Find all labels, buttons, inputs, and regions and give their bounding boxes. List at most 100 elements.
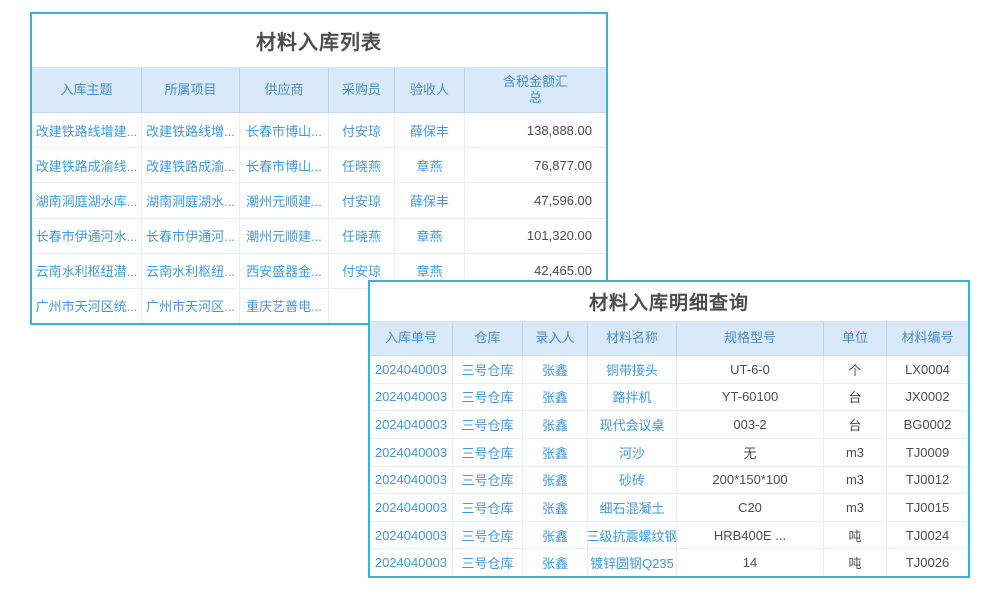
cell-amount: 47,596.00 <box>465 183 606 217</box>
cell-material-code: TJ0015 <box>887 494 968 521</box>
col-header-tax-amount: 含税金额汇总 <box>465 68 606 112</box>
col-header-inbound-subject: 入库主题 <box>32 68 142 112</box>
cell-subject[interactable]: 改建铁路线增建... <box>32 113 142 147</box>
cell-order-no[interactable]: 2024040003 <box>370 356 453 383</box>
cell-warehouse[interactable]: 三号仓库 <box>453 494 523 521</box>
cell-project[interactable]: 长春市伊通河... <box>142 219 240 253</box>
col-header-buyer: 采购员 <box>329 68 395 112</box>
cell-order-no[interactable]: 2024040003 <box>370 411 453 438</box>
cell-buyer[interactable]: 任晓燕 <box>329 219 395 253</box>
cell-project[interactable]: 云南水利枢纽... <box>142 254 240 288</box>
table-row: 2024040003 三号仓库 张鑫 现代会议桌 003-2 台 BG0002 <box>370 411 968 439</box>
cell-material-name[interactable]: 铜带接头 <box>588 356 677 383</box>
cell-supplier[interactable]: 长春市博山... <box>240 148 329 182</box>
cell-material-name[interactable]: 路拌机 <box>588 384 677 411</box>
cell-inspector[interactable]: 章燕 <box>395 219 465 253</box>
cell-warehouse[interactable]: 三号仓库 <box>453 384 523 411</box>
cell-unit: m3 <box>824 467 887 494</box>
cell-recorder[interactable]: 张鑫 <box>523 384 588 411</box>
cell-material-name[interactable]: 镀锌圆钢Q235 <box>588 549 677 576</box>
cell-order-no[interactable]: 2024040003 <box>370 439 453 466</box>
col-header-recorder: 录入人 <box>523 322 588 355</box>
cell-inspector[interactable]: 薛保丰 <box>395 183 465 217</box>
cell-spec: YT-60100 <box>677 384 824 411</box>
cell-recorder[interactable]: 张鑫 <box>523 411 588 438</box>
cell-supplier[interactable]: 重庆艺普电... <box>240 289 329 323</box>
cell-unit: 吨 <box>824 522 887 549</box>
col-header-tax-amount-label: 含税金额汇总 <box>501 74 571 107</box>
cell-material-name[interactable]: 河沙 <box>588 439 677 466</box>
col-header-unit: 单位 <box>824 322 887 355</box>
cell-unit: 台 <box>824 411 887 438</box>
cell-buyer[interactable]: 付安琼 <box>329 183 395 217</box>
cell-buyer[interactable]: 付安琼 <box>329 113 395 147</box>
cell-project[interactable]: 湖南洞庭湖水... <box>142 183 240 217</box>
col-header-order-no: 入库单号 <box>370 322 453 355</box>
cell-spec: 003-2 <box>677 411 824 438</box>
cell-project[interactable]: 改建铁路线增... <box>142 113 240 147</box>
cell-order-no[interactable]: 2024040003 <box>370 549 453 576</box>
cell-supplier[interactable]: 潮州元顺建... <box>240 183 329 217</box>
col-header-warehouse: 仓库 <box>453 322 523 355</box>
cell-spec: 200*150*100 <box>677 467 824 494</box>
cell-material-name[interactable]: 三级抗震螺纹钢 <box>588 522 677 549</box>
cell-order-no[interactable]: 2024040003 <box>370 494 453 521</box>
cell-buyer[interactable]: 任晓燕 <box>329 148 395 182</box>
table-row: 2024040003 三号仓库 张鑫 河沙 无 m3 TJ0009 <box>370 439 968 467</box>
cell-order-no[interactable]: 2024040003 <box>370 384 453 411</box>
cell-warehouse[interactable]: 三号仓库 <box>453 439 523 466</box>
cell-recorder[interactable]: 张鑫 <box>523 494 588 521</box>
cell-material-code: BG0002 <box>887 411 968 438</box>
cell-recorder[interactable]: 张鑫 <box>523 522 588 549</box>
col-header-material-name: 材料名称 <box>588 322 677 355</box>
col-header-supplier: 供应商 <box>240 68 329 112</box>
cell-subject[interactable]: 长春市伊通河水... <box>32 219 142 253</box>
cell-amount: 101,320.00 <box>465 219 606 253</box>
cell-order-no[interactable]: 2024040003 <box>370 522 453 549</box>
cell-subject[interactable]: 云南水利枢纽潜... <box>32 254 142 288</box>
cell-subject[interactable]: 湖南洞庭湖水库... <box>32 183 142 217</box>
col-header-project: 所属项目 <box>142 68 240 112</box>
cell-inspector[interactable]: 薛保丰 <box>395 113 465 147</box>
cell-project[interactable]: 广州市天河区... <box>142 289 240 323</box>
cell-material-code: JX0002 <box>887 384 968 411</box>
cell-recorder[interactable]: 张鑫 <box>523 356 588 383</box>
cell-warehouse[interactable]: 三号仓库 <box>453 549 523 576</box>
cell-unit: 台 <box>824 384 887 411</box>
cell-supplier[interactable]: 西安盛器金... <box>240 254 329 288</box>
table-row: 2024040003 三号仓库 张鑫 路拌机 YT-60100 台 JX0002 <box>370 384 968 412</box>
cell-supplier[interactable]: 潮州元顺建... <box>240 219 329 253</box>
cell-spec: UT-6-0 <box>677 356 824 383</box>
cell-material-code: TJ0026 <box>887 549 968 576</box>
cell-recorder[interactable]: 张鑫 <box>523 467 588 494</box>
detail-table-title: 材料入库明细查询 <box>370 282 968 322</box>
cell-material-name[interactable]: 砂砖 <box>588 467 677 494</box>
cell-recorder[interactable]: 张鑫 <box>523 439 588 466</box>
cell-order-no[interactable]: 2024040003 <box>370 467 453 494</box>
cell-spec: C20 <box>677 494 824 521</box>
cell-unit: 个 <box>824 356 887 383</box>
cell-subject[interactable]: 改建铁路成渝线... <box>32 148 142 182</box>
cell-supplier[interactable]: 长春市博山... <box>240 113 329 147</box>
cell-material-name[interactable]: 细石混凝土 <box>588 494 677 521</box>
cell-subject[interactable]: 广州市天河区统... <box>32 289 142 323</box>
cell-warehouse[interactable]: 三号仓库 <box>453 356 523 383</box>
material-inbound-list-panel: 材料入库列表 入库主题 所属项目 供应商 采购员 验收人 含税金额汇总 改建铁路… <box>30 12 608 325</box>
cell-amount: 76,877.00 <box>465 148 606 182</box>
table-row: 2024040003 三号仓库 张鑫 细石混凝土 C20 m3 TJ0015 <box>370 494 968 522</box>
table-row: 2024040003 三号仓库 张鑫 铜带接头 UT-6-0 个 LX0004 <box>370 356 968 384</box>
col-header-material-code: 材料编号 <box>887 322 968 355</box>
cell-spec: 无 <box>677 439 824 466</box>
cell-material-code: TJ0024 <box>887 522 968 549</box>
material-inbound-detail-panel: 材料入库明细查询 入库单号 仓库 录入人 材料名称 规格型号 单位 材料编号 2… <box>368 280 970 578</box>
cell-material-name[interactable]: 现代会议桌 <box>588 411 677 438</box>
cell-warehouse[interactable]: 三号仓库 <box>453 467 523 494</box>
cell-unit: 吨 <box>824 549 887 576</box>
cell-inspector[interactable]: 章燕 <box>395 148 465 182</box>
cell-warehouse[interactable]: 三号仓库 <box>453 411 523 438</box>
cell-warehouse[interactable]: 三号仓库 <box>453 522 523 549</box>
detail-table-body: 2024040003 三号仓库 张鑫 铜带接头 UT-6-0 个 LX0004 … <box>370 356 968 576</box>
cell-project[interactable]: 改建铁路成渝... <box>142 148 240 182</box>
cell-recorder[interactable]: 张鑫 <box>523 549 588 576</box>
detail-table-header-row: 入库单号 仓库 录入人 材料名称 规格型号 单位 材料编号 <box>370 322 968 356</box>
